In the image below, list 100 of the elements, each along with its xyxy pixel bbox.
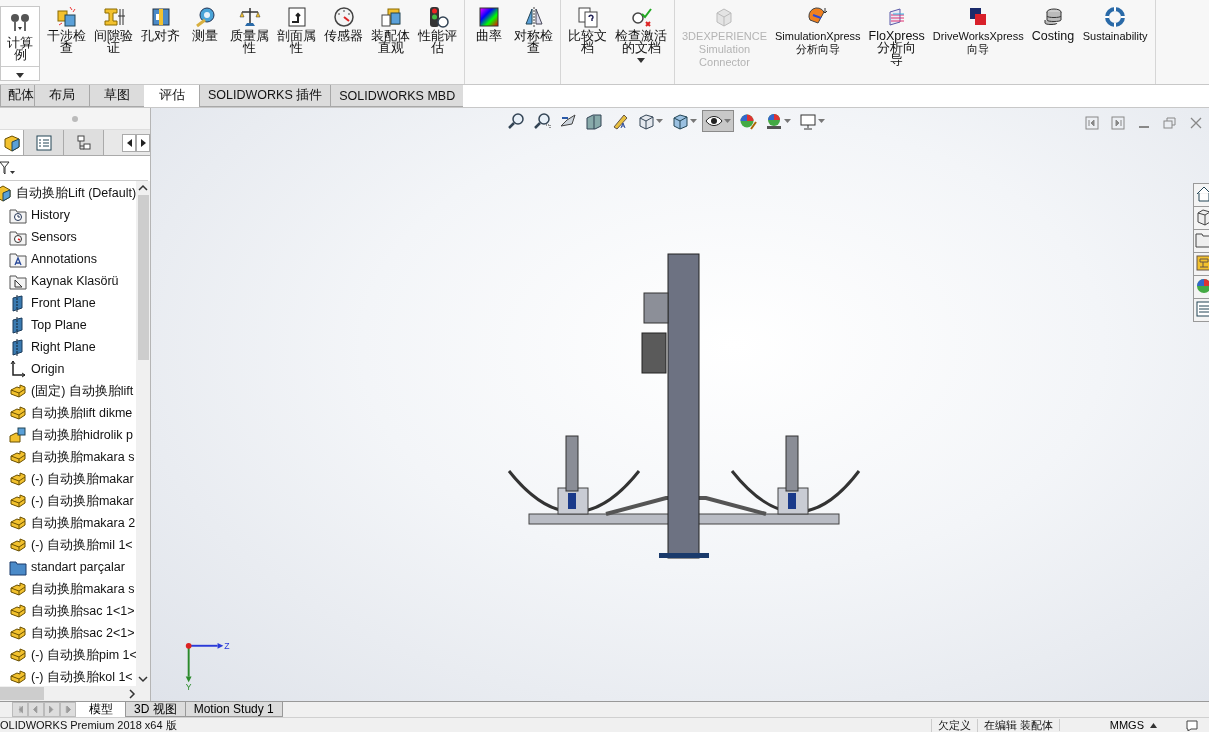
gauge-icon [332,6,355,28]
previous-view-icon [559,112,577,130]
tree-item[interactable]: Sensors [31,230,77,244]
cubes-icon [55,6,78,28]
tree-item[interactable]: Annotations [31,252,98,266]
tool-button[interactable]: 干涉检 查 [44,4,89,84]
caret-icon [690,119,697,123]
ribbon-tab[interactable]: 布局 [34,85,90,107]
tool-button[interactable]: 装配体 直观 [368,4,413,84]
tree-item[interactable]: 自动换胎makara s [31,580,135,598]
tree-item[interactable]: (-) 自动换胎kol 1< [31,668,133,686]
axis-label: Y [185,682,192,692]
tree-item[interactable]: Kaynak Klasörü [31,274,119,288]
document-tab[interactable]: 模型 [76,702,126,717]
palette-icon [1195,254,1209,272]
annotation-folder-icon [9,250,27,268]
tree-item[interactable]: (固定) 自动换胎lift [31,382,134,400]
subassembly-icon [9,426,27,444]
tool-button[interactable]: Sustainability [1079,4,1152,84]
part-icon [9,470,27,488]
folder-icon [1195,231,1209,249]
triangle-icon [63,705,73,714]
status-text: 欠定义 [930,718,977,732]
part-icon [9,624,27,642]
scroll-up-icon [138,184,148,192]
part-icon [9,382,27,400]
tree-item[interactable]: 自动换胎makara 2 [31,514,136,532]
mirror-icon [522,6,545,28]
units-selector[interactable]: MMGS [1058,719,1177,731]
tree-item[interactable]: 自动换胎hidrolik p [31,426,134,444]
tool-button[interactable]: 测量 [185,4,225,84]
tool-button[interactable]: 性能评 估 [415,4,460,84]
part-icon [9,404,27,422]
tree-item[interactable]: standart parçalar [31,560,125,574]
part-icon [9,580,27,598]
tool-button[interactable]: DriveWorksXpress 向导 [929,4,1027,84]
configuration-tree-icon [74,133,93,152]
task-pane-tab[interactable] [1193,275,1209,299]
task-pane-tab[interactable] [1193,206,1209,230]
caret-icon [656,119,663,123]
document-tab[interactable]: Motion Study 1 [184,702,283,717]
tree-item[interactable]: Origin [31,362,65,376]
tree-item[interactable]: 自动换胎lift dikme [31,404,133,422]
tree-item[interactable]: History [31,208,70,222]
caret-icon [818,119,825,123]
tree-item[interactable]: 自动换胎makara s [31,448,135,466]
tool-button[interactable]: FloXpress 分析向 导 [865,4,928,84]
coins-icon [1041,6,1064,28]
next-pane-icon[interactable] [1111,116,1125,130]
dropdown-button[interactable] [1,66,39,80]
documents-icon [576,6,599,28]
caret-icon [637,58,645,63]
toolbar-button[interactable] [702,110,734,132]
view-orientation-icon [637,112,655,130]
display-style-icon [671,112,689,130]
tree-item[interactable]: 自动换胎sac 2<1> [31,624,135,642]
tree-item[interactable]: 自动换胎Lift (Default) [16,184,136,202]
part-icon [9,646,27,664]
tool-button[interactable]: SimulationXpress 分析向导 [772,4,864,84]
tool-button[interactable]: 质量属 性 [227,4,272,84]
tool-button[interactable]: 剖面属 性 [274,4,319,84]
panel-tab[interactable] [64,130,104,155]
axis-triad-icon [185,642,224,683]
ribbon-tab[interactable]: SOLIDWORKS 插件 [199,85,332,107]
tool-button[interactable]: 曲率 [469,4,509,84]
tool-button[interactable]: 传感器 [321,4,366,84]
tree-item[interactable]: Right Plane [31,340,96,354]
tree-item[interactable]: 自动换胎sac 1<1> [31,602,135,620]
tree-item[interactable]: Front Plane [31,296,96,310]
scroll-right-button[interactable] [136,134,150,152]
filter-icon[interactable] [0,161,16,175]
tree-item[interactable]: (-) 自动换胎mil 1< [31,536,133,554]
splitter-handle[interactable] [72,115,78,122]
ribbon-tab[interactable]: 配体 [0,85,35,107]
tree-item[interactable]: (-) 自动换胎makar [31,492,134,510]
help-icon[interactable] [1185,719,1201,731]
part-icon [9,536,27,554]
caret-icon [724,119,731,123]
scroll-left-button[interactable] [122,134,136,152]
tool-button[interactable]: Costing [1028,4,1078,84]
task-pane-tab[interactable] [1193,183,1209,207]
ribbon-tab[interactable]: 草图 [89,85,145,107]
status-text: OLIDWORKS Premium 2018 x64 版 [0,718,178,732]
document-tab[interactable]: 3D 视图 [125,702,186,717]
tree-item[interactable]: (-) 自动换胎makar [31,470,134,488]
previous-pane-icon[interactable] [1085,116,1099,130]
origin-icon [9,360,27,378]
tree-item[interactable]: Top Plane [31,318,87,332]
tool-button[interactable]: 间隙验 证 [91,4,136,84]
panel-tab[interactable] [24,130,64,155]
tree-item[interactable]: (-) 自动换胎pim 1< [31,646,136,664]
appearance-icon [1195,277,1209,295]
panel-tab[interactable] [0,130,24,155]
part-icon [9,602,27,620]
tool-button[interactable]: 检查激活 的文档 [612,4,670,84]
ribbon-tab[interactable]: SOLIDWORKS MBD [330,85,465,107]
close-icon[interactable] [1189,116,1203,130]
tool-button[interactable]: 对称检 查 [511,4,556,84]
tool-button[interactable]: 比较文 档 [565,4,610,84]
tool-button[interactable]: 孔对齐 [138,4,183,84]
